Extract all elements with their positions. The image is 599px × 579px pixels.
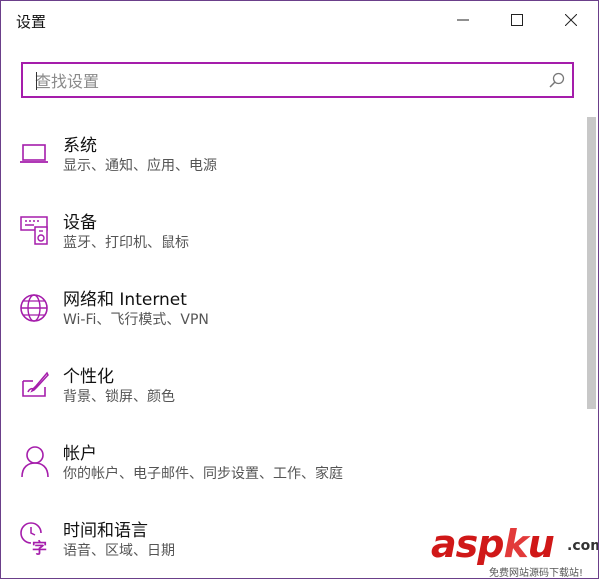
person-icon bbox=[19, 444, 51, 478]
category-title: 设备 bbox=[63, 213, 97, 233]
laptop-icon bbox=[19, 136, 51, 170]
search-input[interactable] bbox=[35, 70, 545, 92]
title-bar: 设置 bbox=[1, 1, 598, 41]
category-subtitle: 蓝牙、打印机、鼠标 bbox=[63, 235, 189, 251]
minimize-button[interactable] bbox=[438, 1, 488, 39]
watermark-brand: aspku bbox=[431, 522, 555, 566]
category-devices[interactable]: 设备 蓝牙、打印机、鼠标 bbox=[1, 195, 581, 271]
search-box[interactable] bbox=[21, 62, 574, 98]
time-language-icon: 字 bbox=[19, 521, 51, 557]
watermark-tagline: 免费网站源码下载站! bbox=[489, 568, 584, 579]
globe-icon bbox=[19, 290, 51, 324]
maximize-icon bbox=[511, 14, 523, 26]
settings-window: 设置 系统 显示、通 bbox=[0, 0, 599, 579]
category-title: 网络和 Internet bbox=[63, 290, 187, 310]
text-cursor bbox=[36, 72, 37, 90]
category-subtitle: 背景、锁屏、颜色 bbox=[63, 389, 175, 405]
category-title: 时间和语言 bbox=[63, 521, 148, 541]
window-title: 设置 bbox=[16, 13, 47, 31]
devices-icon bbox=[19, 213, 51, 247]
category-title: 系统 bbox=[63, 136, 97, 156]
category-subtitle: Wi-Fi、飞行模式、VPN bbox=[63, 312, 209, 328]
maximize-button[interactable] bbox=[492, 1, 542, 39]
category-network[interactable]: 网络和 Internet Wi-Fi、飞行模式、VPN bbox=[1, 272, 581, 348]
category-title: 个性化 bbox=[63, 367, 114, 387]
svg-text:字: 字 bbox=[32, 539, 47, 555]
watermark: aspku .com 免费网站源码下载站! bbox=[431, 522, 598, 579]
search-icon[interactable] bbox=[549, 72, 565, 92]
category-title: 帐户 bbox=[63, 444, 97, 464]
category-subtitle: 你的帐户、电子邮件、同步设置、工作、家庭 bbox=[63, 466, 343, 482]
category-system[interactable]: 系统 显示、通知、应用、电源 bbox=[1, 118, 581, 194]
paintbrush-icon bbox=[19, 367, 51, 401]
category-subtitle: 显示、通知、应用、电源 bbox=[63, 158, 217, 174]
close-button[interactable] bbox=[546, 1, 596, 39]
watermark-domain-suffix: .com bbox=[567, 538, 598, 554]
category-accounts[interactable]: 帐户 你的帐户、电子邮件、同步设置、工作、家庭 bbox=[1, 426, 581, 502]
category-personalization[interactable]: 个性化 背景、锁屏、颜色 bbox=[1, 349, 581, 425]
category-subtitle: 语音、区域、日期 bbox=[63, 543, 175, 559]
scrollbar-thumb[interactable] bbox=[587, 117, 596, 409]
close-icon bbox=[565, 14, 577, 26]
minimize-icon bbox=[457, 19, 469, 21]
